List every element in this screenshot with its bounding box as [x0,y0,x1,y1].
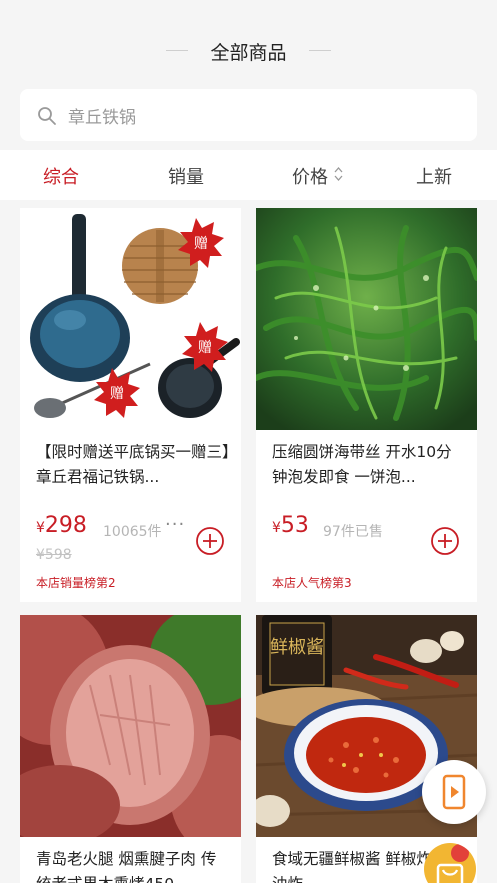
product-image[interactable]: 赠 赠 赠 [20,208,241,430]
sort-tab-price[interactable]: 价格 [292,163,328,189]
product-original-price: ¥598 [36,547,72,563]
product-price: ¥298 [36,513,87,538]
add-to-cart-icon[interactable] [195,526,225,556]
search-bar[interactable]: 章丘铁锅 [20,89,477,141]
search-input[interactable]: 章丘铁锅 [68,103,136,128]
search-icon [38,107,56,125]
svg-text:鲜椒酱: 鲜椒酱 [270,637,324,658]
sort-tab-comprehensive[interactable]: 综合 [43,163,79,189]
product-name[interactable]: 【限时赠送平底锅买一赠三】章丘君福记铁锅... [36,440,231,490]
sort-tab-new[interactable]: 上新 [416,163,452,189]
video-play-icon [442,774,466,810]
sort-tab-sales[interactable]: 销量 [168,163,204,189]
product-card[interactable]: 青岛老火腿 烟熏腱子肉 传统老式果木熏烤450 [20,615,241,883]
video-float-button[interactable] [422,760,486,824]
sort-updown-icon [334,167,343,181]
svg-text:赠: 赠 [198,340,212,356]
svg-text:赠: 赠 [110,386,124,402]
page-header: 全部商品 [0,0,497,100]
more-icon: ··· [165,514,186,535]
product-sold-count: 10065件 [103,524,162,540]
title-divider-right [309,50,331,51]
add-to-cart-icon[interactable] [430,526,460,556]
product-card[interactable]: 赠 赠 赠 【限时赠送平底锅买一赠三】章丘君福记铁锅... ¥298 10065… [20,208,241,602]
product-price: ¥53 [272,513,309,538]
product-name[interactable]: 青岛老火腿 烟熏腱子肉 传统老式果木熏烤450 [36,847,231,883]
product-card[interactable]: 压缩圆饼海带丝 开水10分钟泡发即食 一饼泡... ¥53 97件已售 本店人气… [256,208,477,602]
product-image[interactable] [20,615,241,837]
product-name[interactable]: 压缩圆饼海带丝 开水10分钟泡发即食 一饼泡... [272,440,467,490]
svg-text:赠: 赠 [194,236,208,252]
page-title: 全部商品 [210,42,287,64]
sort-bar: 综合 销量 价格 上新 [0,150,497,200]
product-sold-count: 97件已售 [323,524,383,540]
product-rank-label: 本店人气榜第3 [272,576,352,590]
product-image[interactable] [256,208,477,430]
product-rank-label: 本店销量榜第2 [36,576,116,590]
